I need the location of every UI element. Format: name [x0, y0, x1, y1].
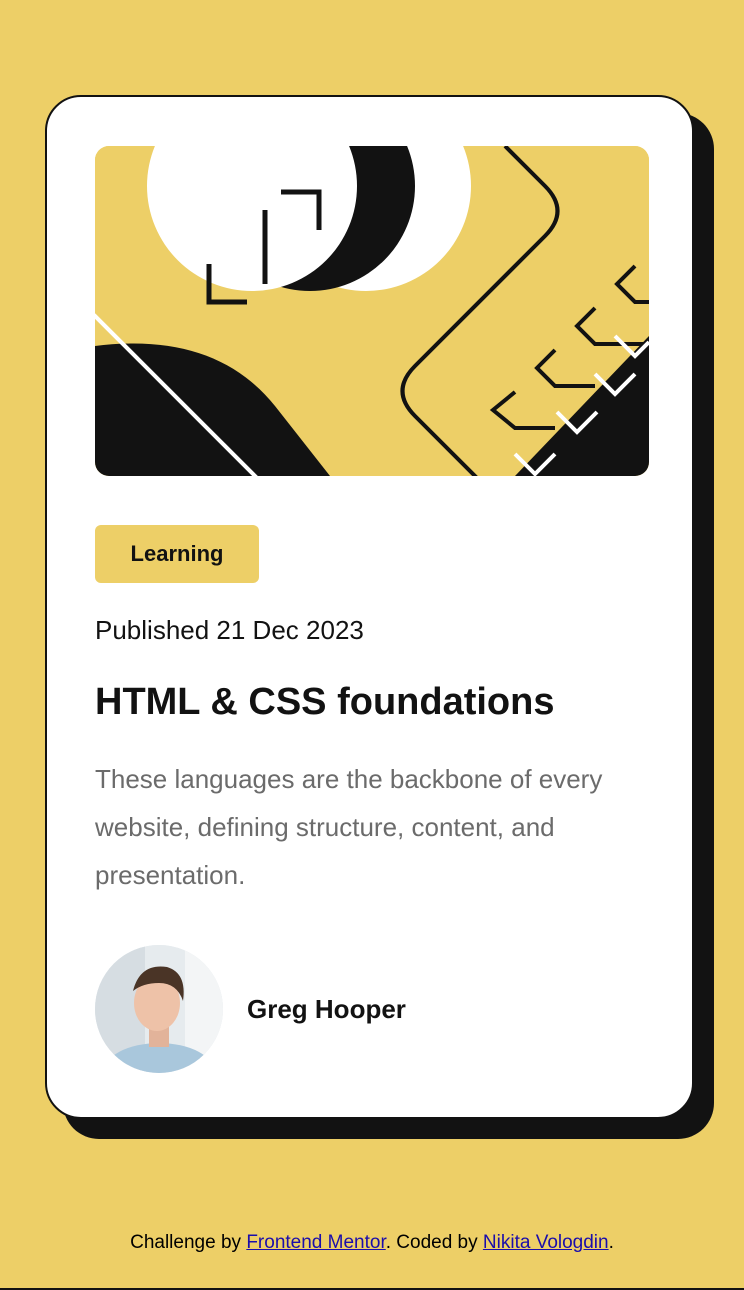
avatar: [95, 945, 223, 1073]
attribution-prefix: Challenge by: [130, 1232, 247, 1253]
frontend-mentor-link[interactable]: Frontend Mentor: [246, 1232, 385, 1253]
card-description: These languages are the backbone of ever…: [95, 764, 603, 890]
published-date: Published 21 Dec 2023: [95, 615, 364, 645]
author: Greg Hooper: [95, 945, 406, 1073]
attribution: Challenge by Frontend Mentor. Coded by N…: [0, 1232, 744, 1254]
attribution-suffix: .: [608, 1232, 614, 1253]
hero-illustration: [95, 146, 649, 476]
category-tag: Learning: [95, 525, 259, 583]
author-link[interactable]: Nikita Vologdin: [483, 1232, 609, 1253]
card-title[interactable]: HTML & CSS foundations: [95, 681, 555, 724]
author-name: Greg Hooper: [247, 993, 406, 1024]
blog-preview-card: Learning Published 21 Dec 2023 HTML & CS…: [45, 95, 694, 1119]
attribution-middle: . Coded by: [385, 1232, 483, 1253]
